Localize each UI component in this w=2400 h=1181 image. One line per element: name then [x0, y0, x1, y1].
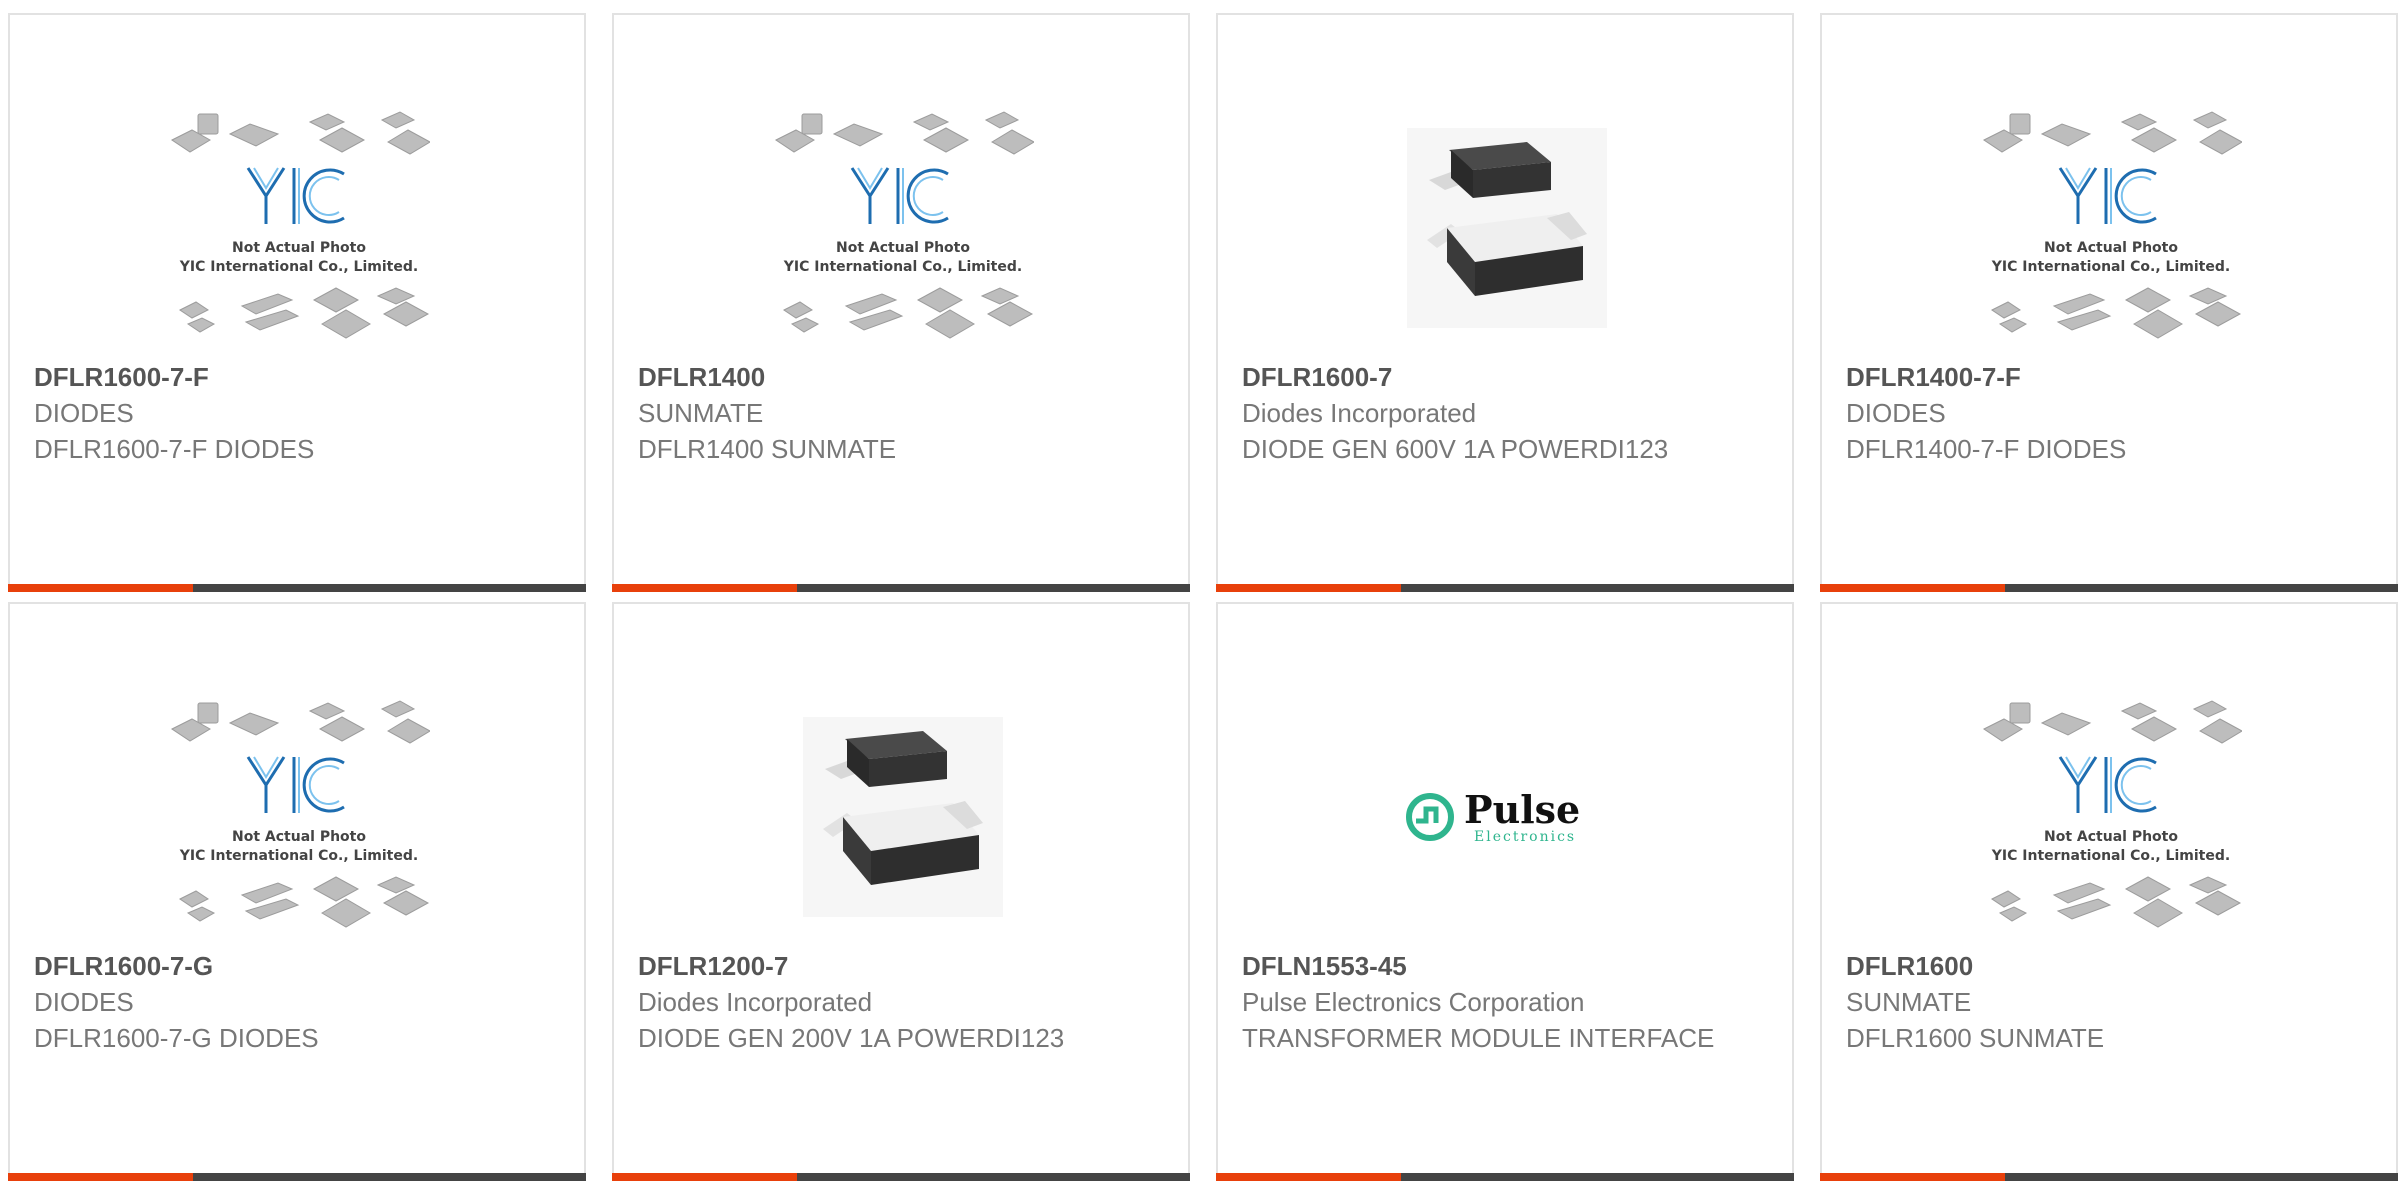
- yic-company-text: YIC International Co., Limited.: [783, 259, 1022, 275]
- placeholder-image-icon[interactable]: Not Actual Photo YIC International Co., …: [1942, 95, 2280, 360]
- placeholder-image-icon[interactable]: Not Actual Photo YIC International Co., …: [734, 95, 1072, 360]
- pulse-logo-sub: Electronics: [1474, 829, 1576, 845]
- product-card[interactable]: Not Actual Photo YIC International Co., …: [1820, 13, 2398, 592]
- pulse-logo-icon[interactable]: Pulse Electronics: [1338, 684, 1676, 949]
- yic-company-text: YIC International Co., Limited.: [1991, 259, 2230, 275]
- placeholder-image-icon[interactable]: Not Actual Photo YIC International Co., …: [130, 95, 468, 360]
- manufacturer: Pulse Electronics Corporation: [1242, 987, 1585, 1017]
- product-info: DFLR1200-7 Diodes Incorporated DIODE GEN…: [638, 948, 1164, 1056]
- diode-image-icon[interactable]: [734, 684, 1072, 949]
- card-bottom-bar: [8, 584, 586, 592]
- description: DFLR1600 SUNMATE: [1846, 1023, 2105, 1053]
- description: DIODE GEN 600V 1A POWERDI123: [1242, 434, 1669, 464]
- description: TRANSFORMER MODULE INTERFACE: [1242, 1023, 1715, 1053]
- product-info: DFLR1400-7-F DIODES DFLR1400-7-F DIODES: [1846, 359, 2372, 467]
- card-bottom-bar: [1820, 1173, 2398, 1181]
- part-number[interactable]: DFLR1400-7-F: [1846, 359, 2372, 395]
- part-number[interactable]: DFLR1600: [1846, 948, 2372, 984]
- card-accent-bar: [1820, 1173, 2005, 1181]
- yic-company-text: YIC International Co., Limited.: [179, 848, 418, 864]
- product-info: DFLR1600 SUNMATE DFLR1600 SUNMATE: [1846, 948, 2372, 1056]
- description: DFLR1600-7-F DIODES: [34, 434, 315, 464]
- product-info: DFLR1600-7-F DIODES DFLR1600-7-F DIODES: [34, 359, 560, 467]
- card-accent-bar: [8, 1173, 193, 1181]
- card-accent-bar: [1216, 584, 1401, 592]
- not-actual-photo-text: Not Actual Photo: [2044, 829, 2178, 845]
- manufacturer: DIODES: [1846, 398, 1946, 428]
- description: DFLR1400-7-F DIODES: [1846, 434, 2127, 464]
- product-info: DFLR1600-7 Diodes Incorporated DIODE GEN…: [1242, 359, 1768, 467]
- part-number[interactable]: DFLN1553-45: [1242, 948, 1768, 984]
- product-card[interactable]: DFLR1200-7 Diodes Incorporated DIODE GEN…: [612, 602, 1190, 1181]
- product-card[interactable]: Not Actual Photo YIC International Co., …: [1820, 602, 2398, 1181]
- card-bottom-bar: [1216, 584, 1794, 592]
- card-bottom-bar: [1820, 584, 2398, 592]
- card-accent-bar: [612, 584, 797, 592]
- placeholder-image-icon[interactable]: Not Actual Photo YIC International Co., …: [1942, 684, 2280, 949]
- part-number[interactable]: DFLR1400: [638, 359, 1164, 395]
- manufacturer: SUNMATE: [1846, 987, 1972, 1017]
- not-actual-photo-text: Not Actual Photo: [836, 240, 970, 256]
- part-number[interactable]: DFLR1600-7: [1242, 359, 1768, 395]
- not-actual-photo-text: Not Actual Photo: [232, 829, 366, 845]
- description: DFLR1400 SUNMATE: [638, 434, 897, 464]
- description: DIODE GEN 200V 1A POWERDI123: [638, 1023, 1065, 1053]
- part-number[interactable]: DFLR1600-7-F: [34, 359, 560, 395]
- manufacturer: Diodes Incorporated: [638, 987, 873, 1017]
- diode-image-icon[interactable]: [1338, 95, 1676, 360]
- card-bottom-bar: [612, 584, 1190, 592]
- card-bottom-bar: [1216, 1173, 1794, 1181]
- manufacturer: Diodes Incorporated: [1242, 398, 1477, 428]
- card-bottom-bar: [612, 1173, 1190, 1181]
- product-card[interactable]: DFLR1600-7 Diodes Incorporated DIODE GEN…: [1216, 13, 1794, 592]
- manufacturer: DIODES: [34, 987, 134, 1017]
- product-card[interactable]: Pulse Electronics DFLN1553-45 Pulse Elec…: [1216, 602, 1794, 1181]
- placeholder-image-icon[interactable]: Not Actual Photo YIC International Co., …: [130, 684, 468, 949]
- product-card[interactable]: Not Actual Photo YIC International Co., …: [8, 13, 586, 592]
- part-number[interactable]: DFLR1200-7: [638, 948, 1164, 984]
- card-accent-bar: [8, 584, 193, 592]
- card-accent-bar: [1216, 1173, 1401, 1181]
- card-accent-bar: [612, 1173, 797, 1181]
- card-bottom-bar: [8, 1173, 586, 1181]
- yic-company-text: YIC International Co., Limited.: [179, 259, 418, 275]
- not-actual-photo-text: Not Actual Photo: [2044, 240, 2178, 256]
- manufacturer: SUNMATE: [638, 398, 764, 428]
- description: DFLR1600-7-G DIODES: [34, 1023, 319, 1053]
- not-actual-photo-text: Not Actual Photo: [232, 240, 366, 256]
- product-card[interactable]: Not Actual Photo YIC International Co., …: [8, 602, 586, 1181]
- yic-company-text: YIC International Co., Limited.: [1991, 848, 2230, 864]
- product-info: DFLN1553-45 Pulse Electronics Corporatio…: [1242, 948, 1768, 1056]
- part-number[interactable]: DFLR1600-7-G: [34, 948, 560, 984]
- product-info: DFLR1600-7-G DIODES DFLR1600-7-G DIODES: [34, 948, 560, 1056]
- pulse-logo-name: Pulse: [1464, 787, 1580, 832]
- manufacturer: DIODES: [34, 398, 134, 428]
- product-info: DFLR1400 SUNMATE DFLR1400 SUNMATE: [638, 359, 1164, 467]
- product-card[interactable]: Not Actual Photo YIC International Co., …: [612, 13, 1190, 592]
- card-accent-bar: [1820, 584, 2005, 592]
